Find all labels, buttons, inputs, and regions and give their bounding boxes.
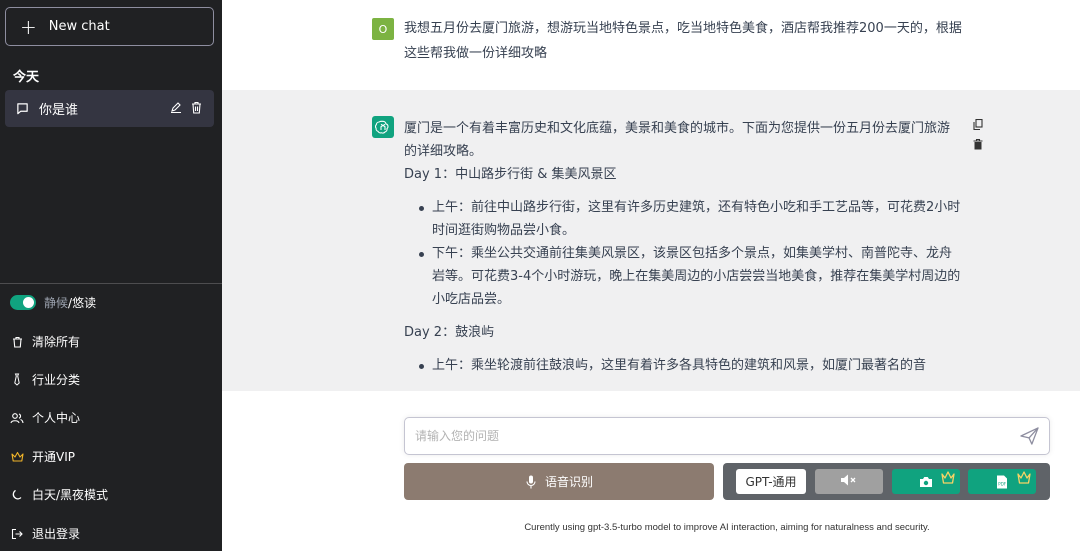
footer-note: Curently using gpt-3.5-turbo model to im… bbox=[524, 522, 930, 533]
sidebar: + New chat 今天 你是谁 静候 / 悠读 清除所有 行业分类 个人中心… bbox=[0, 0, 222, 551]
camera-icon bbox=[919, 475, 933, 488]
tie-icon bbox=[10, 373, 24, 387]
plus-icon: + bbox=[20, 14, 37, 39]
profile-label: 个人中心 bbox=[32, 411, 81, 425]
vip-crown-icon bbox=[10, 450, 24, 464]
sidebar-divider bbox=[0, 283, 222, 284]
vip-label: 开通VIP bbox=[32, 450, 75, 464]
reading-mode-toggle[interactable]: 静候 / 悠读 bbox=[10, 294, 96, 311]
model-select-button[interactable]: GPT-通用 bbox=[736, 469, 806, 494]
users-icon bbox=[10, 411, 24, 425]
assistant-message: 厦门是一个有着丰富历史和文化底蕴，美景和美食的城市。下面为您提供一份五月份去厦门… bbox=[222, 90, 1080, 391]
profile-button[interactable]: 个人中心 bbox=[10, 409, 80, 426]
pdf-upload-button[interactable]: PDF bbox=[968, 469, 1036, 494]
section-today-heading: 今天 bbox=[13, 70, 40, 85]
toggle-switch[interactable] bbox=[10, 295, 36, 310]
vip-crown-icon bbox=[1016, 471, 1032, 485]
message-input-box bbox=[404, 417, 1050, 455]
day2-title: Day 2：鼓浪屿 bbox=[404, 325, 495, 340]
chat-history-item[interactable]: 你是谁 bbox=[5, 90, 214, 127]
new-chat-label: New chat bbox=[48, 19, 110, 34]
new-chat-button[interactable]: + New chat bbox=[5, 7, 214, 46]
chat-history-title: 你是谁 bbox=[39, 103, 79, 118]
vip-crown-icon bbox=[940, 471, 956, 485]
delete-icon[interactable] bbox=[972, 138, 983, 150]
mode-active-label: 悠读 bbox=[72, 296, 97, 310]
vip-button[interactable]: 开通VIP bbox=[10, 448, 75, 465]
trash-outline-icon bbox=[10, 335, 24, 349]
edit-icon[interactable] bbox=[170, 100, 182, 114]
list-item: 上午：前往中山路步行街，这里有许多历史建筑，还有特色小吃和手工艺品等，可花费2小… bbox=[418, 196, 962, 242]
day2-list: 上午：乘坐轮渡前往鼓浪屿，这里有着许多各具特色的建筑和风景，如厦门最著名的音 bbox=[418, 354, 962, 377]
svg-text:PDF: PDF bbox=[998, 481, 1006, 486]
message-input[interactable] bbox=[415, 426, 995, 446]
trash-icon[interactable] bbox=[190, 100, 202, 114]
logout-button[interactable]: 退出登录 bbox=[10, 525, 80, 542]
day1-title: Day 1：中山路步行街 & 集美风景区 bbox=[404, 167, 617, 182]
clear-all-button[interactable]: 清除所有 bbox=[10, 333, 80, 350]
categories-button[interactable]: 行业分类 bbox=[10, 371, 80, 388]
logout-label: 退出登录 bbox=[32, 527, 81, 541]
main-panel: O 我想五月份去厦门旅游，想游玩当地特色景点，吃当地特色美食，酒店帮我推荐200… bbox=[222, 0, 1080, 551]
moon-icon bbox=[10, 488, 24, 502]
categories-label: 行业分类 bbox=[32, 373, 81, 387]
chat-bubble-icon bbox=[15, 102, 29, 116]
assistant-intro: 厦门是一个有着丰富历史和文化底蕴，美景和美食的城市。下面为您提供一份五月份去厦门… bbox=[404, 121, 951, 159]
assistant-message-text: 厦门是一个有着丰富历史和文化底蕴，美景和美食的城市。下面为您提供一份五月份去厦门… bbox=[404, 117, 962, 387]
send-icon[interactable] bbox=[1019, 426, 1039, 446]
mic-icon bbox=[525, 475, 537, 489]
theme-toggle-button[interactable]: 白天/黑夜模式 bbox=[10, 486, 108, 503]
voice-label: 语音识别 bbox=[544, 475, 593, 489]
tool-panel: GPT-通用 PDF bbox=[723, 463, 1050, 500]
openai-logo-icon bbox=[372, 116, 394, 138]
day1-list: 上午：前往中山路步行街，这里有许多历史建筑，还有特色小吃和手工艺品等，可花费2小… bbox=[418, 196, 962, 311]
theme-label: 白天/黑夜模式 bbox=[32, 488, 109, 502]
speaker-mute-icon bbox=[840, 472, 858, 491]
mode-quiet-label: 静候 bbox=[44, 296, 69, 310]
message-actions bbox=[972, 118, 983, 150]
list-item: 上午：乘坐轮渡前往鼓浪屿，这里有着许多各具特色的建筑和风景，如厦门最著名的音 bbox=[418, 354, 962, 377]
user-message-text: 我想五月份去厦门旅游，想游玩当地特色景点，吃当地特色美食，酒店帮我推荐200一天… bbox=[404, 21, 962, 61]
logout-icon bbox=[10, 527, 24, 541]
speaker-mute-button[interactable] bbox=[815, 469, 883, 494]
camera-upload-button[interactable] bbox=[892, 469, 960, 494]
clear-all-label: 清除所有 bbox=[32, 335, 81, 349]
pdf-icon: PDF bbox=[995, 475, 1009, 488]
voice-recognition-button[interactable]: 语音识别 bbox=[404, 463, 714, 500]
user-avatar: O bbox=[372, 18, 394, 40]
copy-icon[interactable] bbox=[972, 118, 983, 130]
user-message: O 我想五月份去厦门旅游，想游玩当地特色景点，吃当地特色美食，酒店帮我推荐200… bbox=[222, 0, 1080, 90]
list-item: 下午：乘坐公共交通前往集美风景区，该景区包括多个景点，如集美学村、南普陀寺、龙舟… bbox=[418, 242, 962, 311]
